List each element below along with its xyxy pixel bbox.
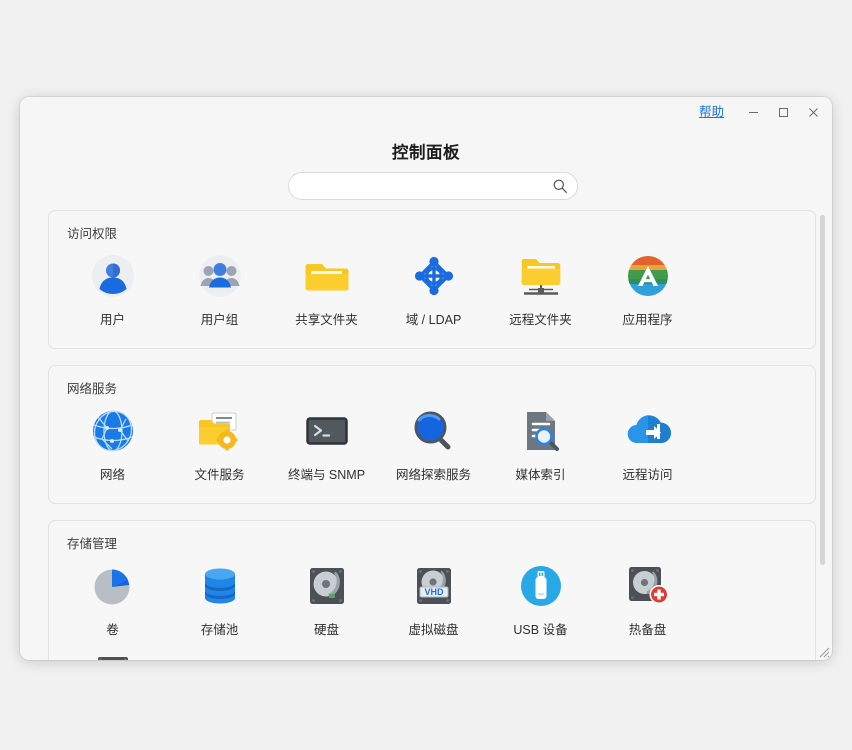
tile-label: 媒体索引 xyxy=(515,464,565,483)
user-group-icon xyxy=(196,252,244,300)
tile-label: 网络探索服务 xyxy=(396,464,471,483)
storage-pool-icon xyxy=(196,562,244,610)
section-title: 访问权限 xyxy=(67,223,805,242)
ssd-cache-icon: SSD xyxy=(89,652,137,660)
help-link[interactable]: 帮助 xyxy=(699,106,724,119)
hard-disk-icon xyxy=(303,562,351,610)
tile-label: 网络 xyxy=(100,464,125,483)
tile-applications[interactable]: 应用程序 xyxy=(594,246,701,336)
resize-grip[interactable] xyxy=(816,644,830,658)
tile-media-index[interactable]: 媒体索引 xyxy=(487,401,594,491)
sections-scroll-area: 访问权限 用户 xyxy=(20,210,832,660)
sections-container: 访问权限 用户 xyxy=(20,210,832,660)
tile-usb-device[interactable]: USB 设备 xyxy=(487,556,594,646)
tile-label: USB 设备 xyxy=(513,619,567,638)
tile-label: 域 / LDAP xyxy=(406,309,462,328)
tile-storage-pool[interactable]: 存储池 xyxy=(166,556,273,646)
tile-label: 用户组 xyxy=(201,309,239,328)
section-title: 网络服务 xyxy=(67,378,805,397)
tile-row: 网络 xyxy=(59,401,805,491)
scrollbar-thumb[interactable] xyxy=(820,215,825,565)
search-input[interactable] xyxy=(288,172,578,200)
tile-remote-access[interactable]: 远程访问 xyxy=(594,401,701,491)
close-button[interactable] xyxy=(798,99,828,125)
network-globe-icon xyxy=(89,407,137,455)
section-title: 存储管理 xyxy=(67,533,805,552)
tile-file-service[interactable]: 文件服务 xyxy=(166,401,273,491)
tile-label: 应用程序 xyxy=(622,309,672,328)
remote-access-cloud-icon xyxy=(624,407,672,455)
tile-virtual-disk[interactable]: VHD 虚拟磁盘 xyxy=(380,556,487,646)
section-storage-management: 存储管理 卷 xyxy=(48,520,816,660)
tile-network-discovery[interactable]: 网络探索服务 xyxy=(380,401,487,491)
terminal-snmp-icon xyxy=(303,407,351,455)
tile-label: 热备盘 xyxy=(629,619,667,638)
tile-domain-ldap[interactable]: 域 / LDAP xyxy=(380,246,487,336)
tile-row: 用户 xyxy=(59,246,805,336)
search-box xyxy=(288,172,578,200)
tile-label: 硬盘 xyxy=(314,619,339,638)
virtual-disk-vhd-icon: VHD xyxy=(410,562,458,610)
file-service-icon xyxy=(196,407,244,455)
section-access-permissions: 访问权限 用户 xyxy=(48,210,816,349)
minimize-button[interactable] xyxy=(738,99,768,125)
tile-label: 存储池 xyxy=(201,619,239,638)
control-panel-window: 帮助 控制面板 访问权限 xyxy=(20,97,832,660)
tile-row: 卷 存储池 xyxy=(59,556,805,660)
network-discovery-icon xyxy=(410,407,458,455)
usb-device-icon xyxy=(517,562,565,610)
hot-spare-disk-icon xyxy=(624,562,672,610)
tile-label: 用户 xyxy=(100,309,125,328)
tile-label: 文件服务 xyxy=(194,464,244,483)
tile-label: 共享文件夹 xyxy=(295,309,358,328)
remote-folder-icon xyxy=(517,252,565,300)
maximize-button[interactable] xyxy=(768,99,798,125)
tile-network[interactable]: 网络 xyxy=(59,401,166,491)
tile-label: 远程文件夹 xyxy=(509,309,572,328)
tile-hyper-cache[interactable]: SSD xyxy=(59,646,166,660)
search-icon[interactable] xyxy=(552,178,568,194)
tile-label: 卷 xyxy=(106,619,119,638)
tile-label: 终端与 SNMP xyxy=(288,464,365,483)
tile-label: 虚拟磁盘 xyxy=(408,619,458,638)
tile-volume[interactable]: 卷 xyxy=(59,556,166,646)
vertical-scrollbar[interactable] xyxy=(819,215,826,635)
tile-users[interactable]: 用户 xyxy=(59,246,166,336)
user-icon xyxy=(89,252,137,300)
applications-icon xyxy=(624,252,672,300)
page-title: 控制面板 xyxy=(20,139,832,163)
tile-hot-spare[interactable]: 热备盘 xyxy=(594,556,701,646)
tile-hard-disk[interactable]: 硬盘 xyxy=(273,556,380,646)
svg-text:VHD: VHD xyxy=(424,587,444,597)
tile-remote-folder[interactable]: 远程文件夹 xyxy=(487,246,594,336)
section-network-services: 网络服务 xyxy=(48,365,816,504)
tile-shared-folder[interactable]: 共享文件夹 xyxy=(273,246,380,336)
domain-ldap-icon xyxy=(410,252,458,300)
volume-pie-icon xyxy=(89,562,137,610)
tile-terminal-snmp[interactable]: 终端与 SNMP xyxy=(273,401,380,491)
shared-folder-icon xyxy=(303,252,351,300)
media-index-icon xyxy=(517,407,565,455)
tile-label: 远程访问 xyxy=(622,464,672,483)
tile-user-groups[interactable]: 用户组 xyxy=(166,246,273,336)
title-bar: 帮助 xyxy=(20,97,832,127)
